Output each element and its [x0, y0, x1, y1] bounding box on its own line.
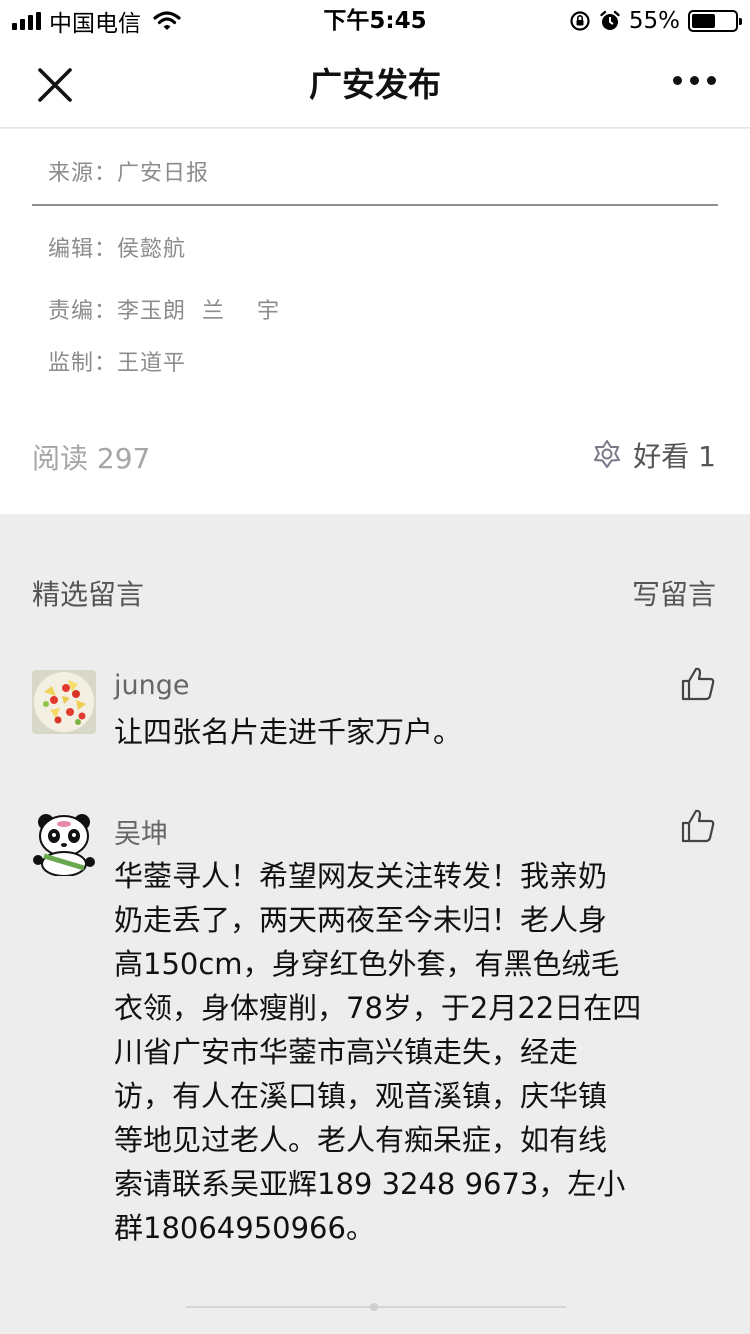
comment-line: 衣领，身体瘦削，78岁，于2月22日在四	[114, 991, 642, 1025]
alarm-icon	[600, 10, 620, 30]
avatar	[32, 670, 96, 734]
divider	[32, 204, 718, 206]
article-footer: 来源：广安日报 编辑：侯懿航 责编：李玉朗 兰 宇 监制：王道平 阅读 297 …	[0, 129, 750, 514]
like-label: 好看 1	[633, 440, 716, 473]
avatar	[32, 812, 96, 876]
battery-percent: 55%	[628, 8, 680, 34]
page-title: 广安发布	[309, 65, 441, 104]
fruit-salad-avatar	[32, 670, 96, 734]
thumbs-up-icon[interactable]	[680, 666, 716, 702]
write-comment-button[interactable]: 写留言	[632, 573, 716, 613]
status-bar: 中国电信 下午5:45 55%	[0, 0, 750, 42]
comment-line: 索请联系吴亚辉189 3248 9673，左小	[114, 1167, 626, 1201]
comment-line: 川省广安市华蓥市高兴镇走失，经走	[114, 1035, 579, 1069]
read-count: 阅读 297	[32, 442, 151, 475]
article-responsible-editor: 责编：李玉朗 兰 宇	[48, 299, 280, 324]
comment-line: 访，有人在溪口镇，观音溪镇，庆华镇	[114, 1079, 608, 1113]
comment-text: 华蓥寻人！希望网友关注转发！我亲奶 奶走丢了，两天两夜至今未归！老人身 高150…	[114, 854, 718, 1250]
article-supervisor: 监制：王道平	[48, 351, 187, 376]
comment-author: 吴坤	[114, 819, 168, 850]
comment-text: 让四张名片走进千家万户。	[114, 715, 463, 749]
comment-line: 群18064950966。	[114, 1211, 375, 1245]
panda-avatar	[32, 812, 96, 876]
comment-line: 奶走丢了，两天两夜至今未归！老人身	[114, 903, 608, 937]
article-editor: 编辑：侯懿航	[48, 237, 187, 262]
more-icon[interactable]	[673, 76, 716, 85]
battery-icon	[688, 10, 742, 32]
status-right: 55%	[569, 6, 742, 36]
like-button[interactable]: 好看 1	[591, 435, 716, 475]
featured-comments-title: 精选留言	[32, 578, 145, 611]
comment-line: 华蓥寻人！希望网友关注转发！我亲奶	[114, 859, 608, 893]
thumbs-up-icon[interactable]	[680, 808, 716, 844]
comment-author: junge	[114, 670, 190, 701]
comment-line: 高150cm，身穿红色外套，有黑色绒毛	[114, 947, 620, 981]
battery-fill	[692, 14, 716, 28]
orientation-lock-icon	[570, 11, 590, 31]
article-source: 来源：广安日报	[48, 161, 210, 186]
nav-bar: 广安发布	[0, 42, 750, 128]
comment-line: 等地见过老人。老人有痴呆症，如有线	[114, 1123, 608, 1157]
like-star-icon	[594, 440, 621, 468]
divider-dot	[370, 1303, 378, 1311]
